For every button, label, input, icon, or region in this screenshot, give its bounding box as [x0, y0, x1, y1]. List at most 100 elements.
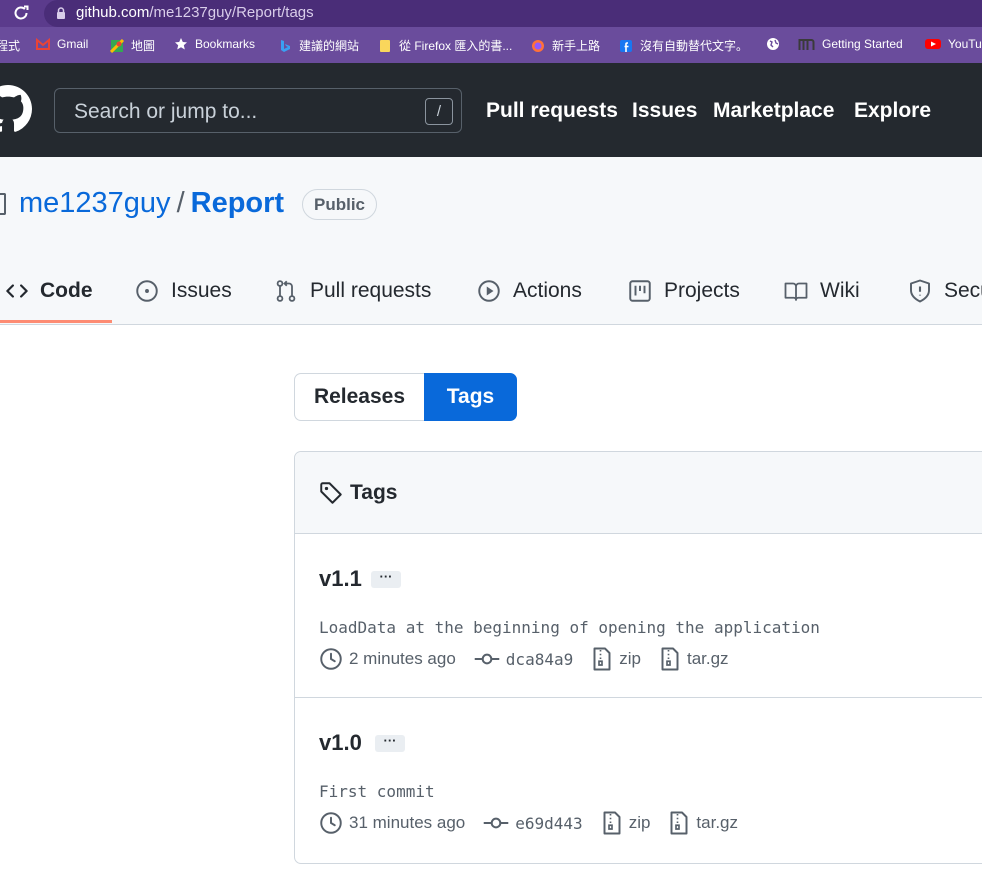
tab-label: Issues [171, 279, 232, 302]
tab-actions[interactable]: Actions [477, 276, 582, 306]
tag-row: v1.1 ··· LoadData at the beginning of op… [295, 534, 982, 698]
tag-icon [320, 482, 342, 504]
tab-issues[interactable]: Issues [135, 276, 232, 306]
file-zip-icon [593, 647, 611, 671]
bookmark-facebook[interactable]: 沒有自動替代文字。 [619, 37, 748, 54]
url-path: /me1237guy/Report/tags [149, 4, 314, 21]
commit-sha-link[interactable]: e69d443 [515, 814, 582, 833]
tag-name-link[interactable]: v1.0 [319, 730, 362, 756]
tag-commit: e69d443 [483, 811, 583, 835]
tag-name-link[interactable]: v1.1 [319, 566, 362, 592]
book-icon [784, 282, 808, 301]
tags-box-title: Tags [319, 481, 397, 505]
tab-security[interactable]: Secu [908, 276, 982, 306]
releases-tags-switch: Releases Tags [294, 373, 517, 421]
search-placeholder: Search or jump to... [74, 100, 258, 123]
targz-label: tar.gz [696, 813, 739, 832]
bookmark-globe[interactable] [766, 37, 787, 51]
targz-label: tar.gz [686, 649, 729, 668]
bookmarks-bar: 程式 Gmail 地圖 Bookmarks 建議的網站 從 Firefox 匯入… [0, 27, 982, 63]
tab-label: Secu [944, 279, 982, 302]
selected-tab-indicator [0, 320, 112, 323]
download-zip-link[interactable]: zip [601, 811, 651, 835]
commit-message: First commit [319, 782, 435, 801]
relative-time[interactable]: 31 minutes ago [349, 813, 465, 833]
relative-time[interactable]: 2 minutes ago [349, 649, 456, 669]
commit-sha-link[interactable]: dca84a9 [506, 650, 573, 669]
nav-issues[interactable]: Issues [632, 99, 697, 123]
nav-marketplace[interactable]: Marketplace [713, 99, 834, 123]
tag-commit: dca84a9 [474, 647, 573, 671]
facebook-icon [620, 39, 632, 52]
tab-label: Code [40, 279, 93, 302]
tab-label: Pull requests [310, 279, 432, 302]
zip-label: zip [628, 813, 651, 832]
bookmark-bookmarks[interactable]: Bookmarks [174, 37, 255, 51]
download-targz-link[interactable]: tar.gz [659, 647, 729, 671]
shield-icon [910, 279, 930, 303]
nav-explore[interactable]: Explore [854, 99, 931, 123]
download-targz-link[interactable]: tar.gz [668, 811, 738, 835]
url-text[interactable]: github.com/me1237guy/Report/tags [76, 4, 314, 21]
tab-code[interactable]: Code [6, 276, 93, 306]
tab-label: Actions [513, 279, 582, 302]
repo-owner-link[interactable]: me1237guy [19, 187, 171, 219]
bookmark-youtube[interactable]: YouTu [925, 37, 982, 51]
tag-time: 31 minutes ago [319, 811, 465, 835]
reload-icon[interactable] [12, 4, 30, 22]
bookmark-label: Bookmarks [195, 37, 256, 51]
bookmark-maps[interactable]: 地圖 [110, 37, 155, 54]
zip-label: zip [619, 649, 641, 668]
bookmark-label: 地圖 [131, 39, 156, 53]
bookmark-label: 建議的網站 [299, 39, 360, 53]
commit-icon [474, 653, 500, 665]
tags-list-box: Tags v1.1 ··· LoadData at the beginning … [294, 451, 982, 864]
gmail-icon [36, 37, 50, 50]
bookmark-getting-started[interactable]: Getting Started [798, 37, 903, 51]
github-header: Search or jump to... / Pull requests Iss… [0, 63, 982, 157]
pull-request-icon [276, 280, 296, 302]
maps-icon [110, 38, 124, 53]
nav-pull-requests[interactable]: Pull requests [486, 99, 618, 123]
download-zip-link[interactable]: zip [591, 647, 641, 671]
visibility-badge: Public [302, 189, 378, 220]
tab-projects[interactable]: Projects [628, 276, 740, 306]
youtube-icon [925, 39, 941, 49]
github-logo-icon[interactable] [0, 85, 32, 133]
code-icon [6, 284, 28, 298]
repo-name-link[interactable]: Report [191, 187, 284, 219]
bookmark-label: 新手上路 [552, 39, 601, 53]
search-input[interactable]: Search or jump to... / [54, 88, 462, 133]
clock-icon [320, 812, 342, 834]
tags-button[interactable]: Tags [424, 373, 517, 421]
tags-box-header: Tags [295, 452, 982, 534]
bookmark-label: YouTu [948, 37, 982, 51]
file-zip-icon [603, 811, 621, 835]
firefox-icon [532, 39, 544, 52]
bookmark-label: 程式 [0, 39, 21, 53]
file-zip-icon [661, 647, 679, 671]
tab-wiki[interactable]: Wiki [784, 276, 860, 306]
commit-message: LoadData at the beginning of opening the… [319, 618, 820, 637]
expand-message-button[interactable]: ··· [375, 734, 405, 752]
commit-icon [483, 817, 509, 829]
bookmark-suggested[interactable]: 建議的網站 [278, 37, 359, 54]
repo-icon [0, 193, 6, 215]
tab-label: Projects [664, 279, 740, 302]
bookmark-label: Gmail [57, 37, 89, 51]
bookmark-apps[interactable]: 程式 [0, 37, 20, 54]
tab-pull-requests[interactable]: Pull requests [274, 276, 431, 306]
bookmark-gmail[interactable]: Gmail [36, 37, 88, 51]
bookmark-label: 從 Firefox 匯入的書... [399, 39, 513, 53]
bing-icon [281, 39, 290, 52]
bookmark-firefox-import[interactable]: 從 Firefox 匯入的書... [378, 37, 512, 54]
bookmark-getting-started-zh[interactable]: 新手上路 [531, 37, 600, 54]
repo-header: me1237guy / Report Public Code Issues Pull… [0, 157, 982, 325]
tag-row: v1.0 ··· First commit 31 minutes ago e69… [295, 698, 982, 864]
clock-icon [320, 648, 342, 670]
releases-button[interactable]: Releases [294, 373, 424, 421]
expand-message-button[interactable]: ··· [371, 570, 401, 588]
repo-title: me1237guy / Report [19, 187, 284, 220]
search-shortcut-key: / [425, 98, 453, 125]
issue-icon [136, 280, 158, 302]
